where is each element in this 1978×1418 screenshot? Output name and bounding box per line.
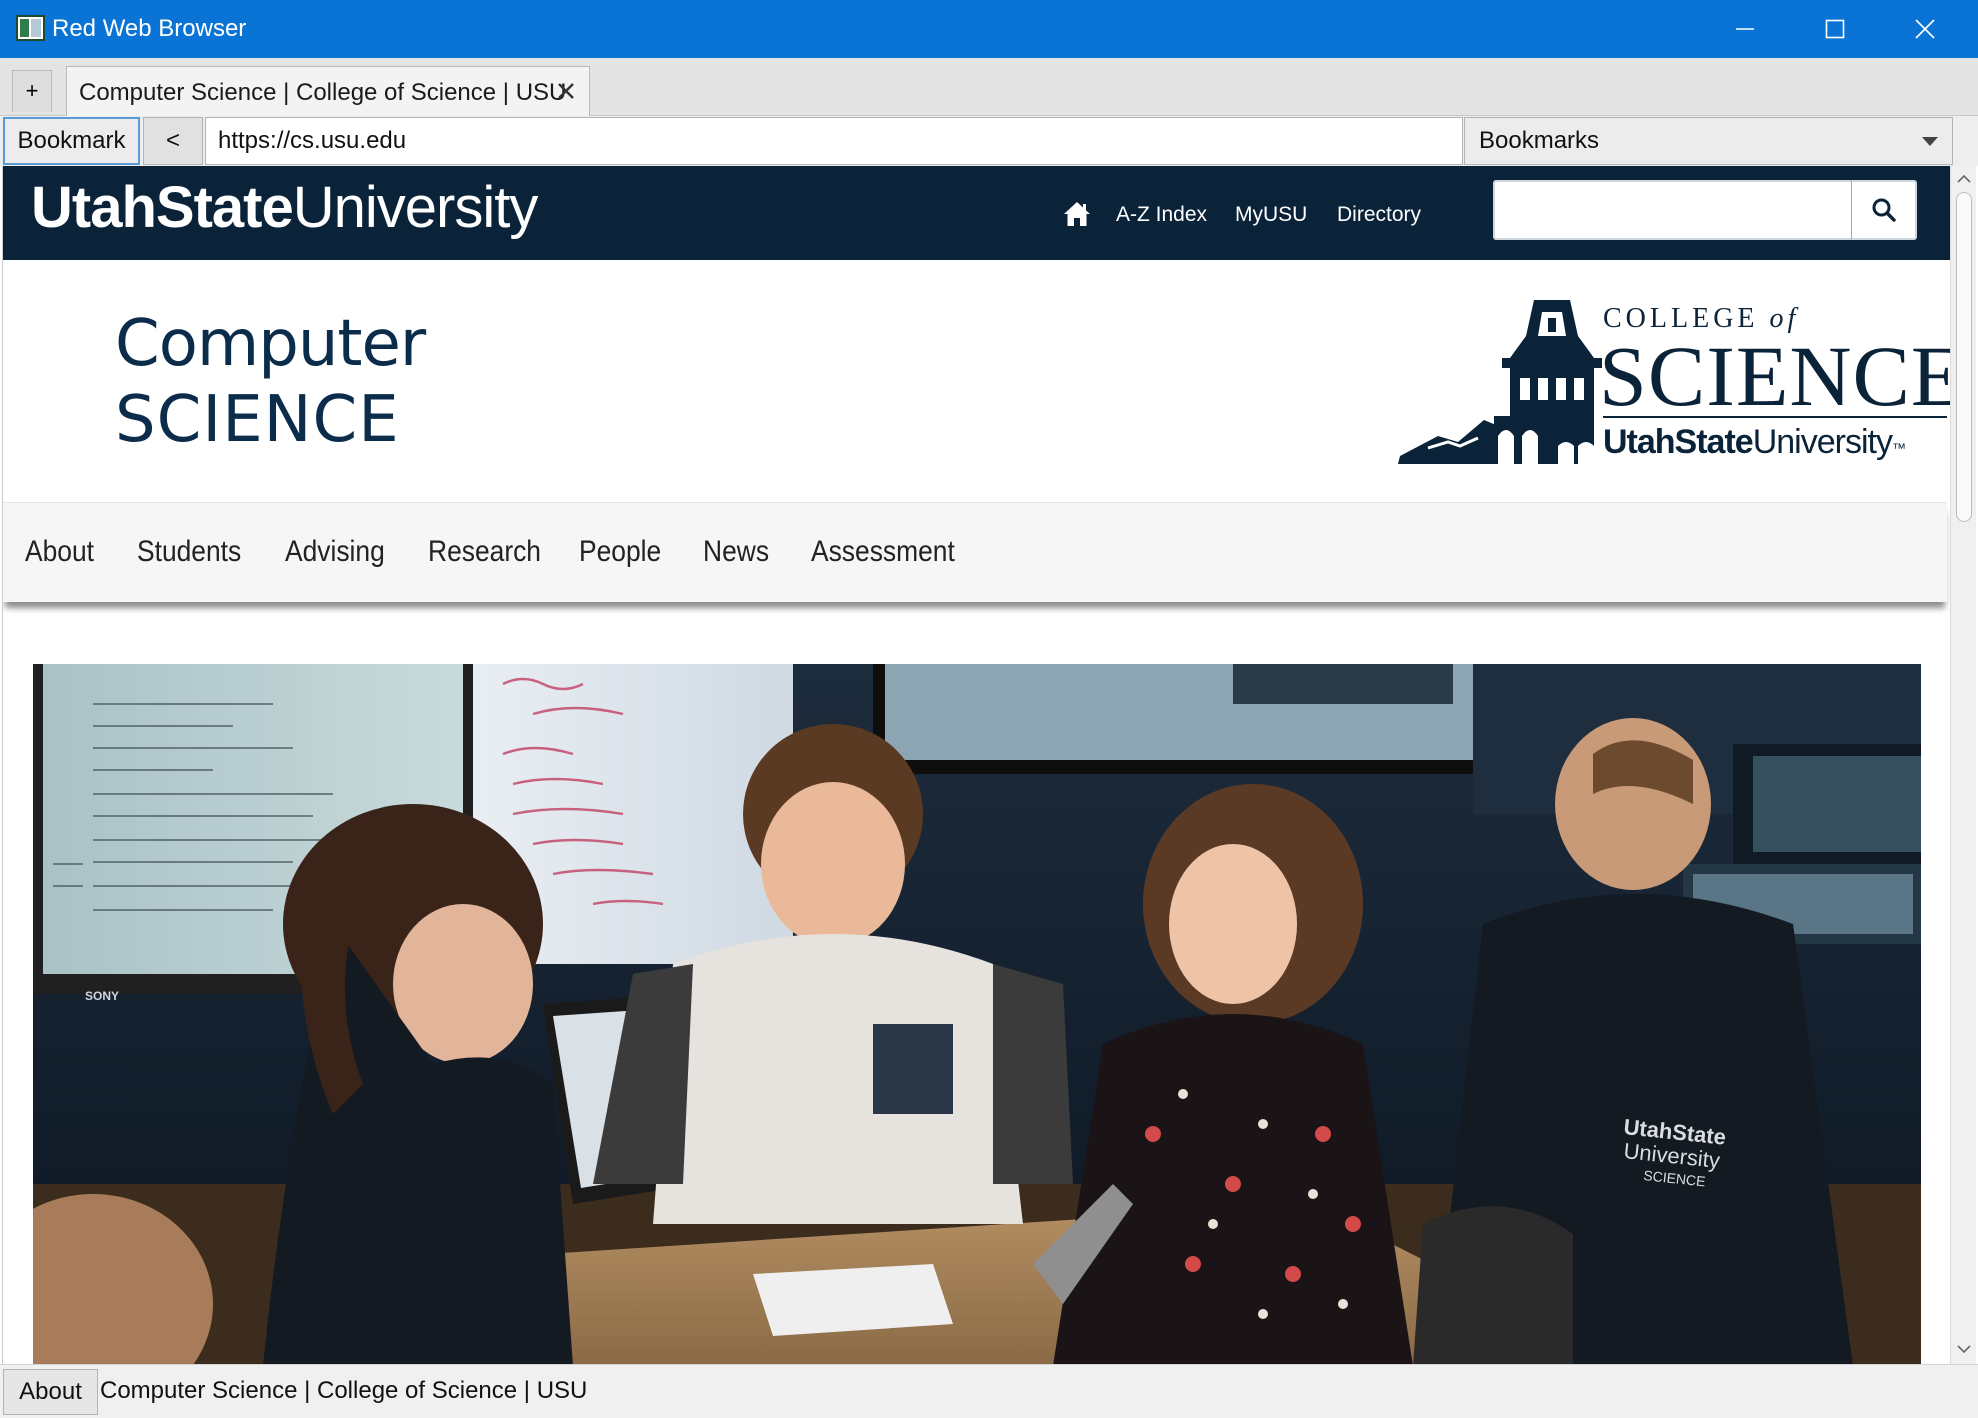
status-text: Computer Science | College of Science | … [100, 1377, 588, 1404]
tab-label: Computer Science | College of Science | … [79, 79, 567, 106]
main-nav-research[interactable]: Research [428, 533, 541, 571]
address-toolbar: Bookmark < https://cs.usu.edu Bookmarks [0, 116, 1978, 166]
main-nav-news[interactable]: News [703, 533, 769, 571]
main-nav-about[interactable]: About [25, 533, 94, 571]
trademark-mark: ™ [1891, 440, 1906, 456]
main-nav-people[interactable]: People [579, 533, 661, 571]
maximize-icon [1825, 19, 1845, 39]
new-tab-button[interactable]: + [12, 70, 52, 112]
college-logo-usu-bold: UtahState [1603, 423, 1754, 461]
close-window-icon [1915, 19, 1935, 39]
college-logo-divider [1603, 416, 1947, 418]
usu-header: UtahStateUniversity A-Z Index MyUSU Dire… [3, 166, 1950, 260]
department-title-line1: Computer [115, 307, 426, 381]
department-title[interactable]: Computer SCIENCE [115, 306, 426, 458]
usu-logo[interactable]: UtahStateUniversity [31, 172, 539, 244]
scroll-down-icon[interactable] [1957, 1344, 1971, 1354]
scroll-up-icon[interactable] [1957, 174, 1971, 184]
url-input[interactable]: https://cs.usu.edu [205, 117, 1463, 165]
status-bar: About Computer Science | College of Scie… [0, 1364, 1978, 1418]
site-search-button[interactable] [1851, 180, 1917, 240]
usu-logo-light: University [292, 175, 539, 240]
close-window-button[interactable] [1880, 0, 1970, 58]
hero-image: SONY UtahState University SCIENCE [33, 664, 1921, 1364]
college-of-science-science-label: SCIENCE [1599, 328, 1950, 424]
maximize-button[interactable] [1790, 0, 1880, 58]
college-logo-usu-light: University [1752, 423, 1893, 461]
tab-strip: + Computer Science | College of Science … [0, 58, 1978, 116]
tab-computer-science[interactable]: Computer Science | College of Science | … [66, 66, 590, 116]
site-search-input[interactable] [1493, 180, 1853, 240]
nav-link-directory[interactable]: Directory [1337, 200, 1421, 230]
college-logo-usu-label: UtahStateUniversity™ [1603, 420, 1906, 470]
search-icon [1872, 198, 1896, 222]
monitor-brand: SONY [85, 989, 119, 1003]
department-title-line2: SCIENCE [115, 383, 400, 457]
main-nav-students[interactable]: Students [137, 533, 241, 571]
vertical-scrollbar[interactable] [1950, 166, 1976, 1364]
home-icon[interactable] [1063, 201, 1091, 227]
bookmarks-dropdown-label: Bookmarks [1479, 127, 1600, 154]
close-icon[interactable] [553, 78, 579, 104]
app-icon [16, 15, 45, 41]
scrollbar-thumb[interactable] [1956, 192, 1972, 522]
minimize-button[interactable] [1700, 0, 1790, 58]
main-navigation: About Students Advising Research People … [3, 502, 1947, 602]
main-nav-advising[interactable]: Advising [285, 533, 385, 571]
bookmark-button[interactable]: Bookmark [3, 117, 140, 165]
window-title: Red Web Browser [52, 15, 247, 42]
window-title-bar: Red Web Browser [0, 0, 1978, 58]
back-button[interactable]: < [143, 117, 203, 165]
web-content: UtahStateUniversity A-Z Index MyUSU Dire… [2, 166, 1950, 1364]
about-button[interactable]: About [3, 1369, 98, 1415]
minimize-icon [1736, 28, 1754, 30]
usu-logo-bold: UtahState [31, 175, 294, 240]
nav-link-az-index[interactable]: A-Z Index [1116, 200, 1207, 230]
nav-link-myusu[interactable]: MyUSU [1235, 200, 1307, 230]
chevron-down-icon [1922, 137, 1938, 146]
main-nav-assessment[interactable]: Assessment [811, 533, 955, 571]
bookmarks-dropdown[interactable]: Bookmarks [1464, 117, 1953, 165]
hero-photo-illustration: SONY UtahState University SCIENCE [33, 664, 1921, 1364]
